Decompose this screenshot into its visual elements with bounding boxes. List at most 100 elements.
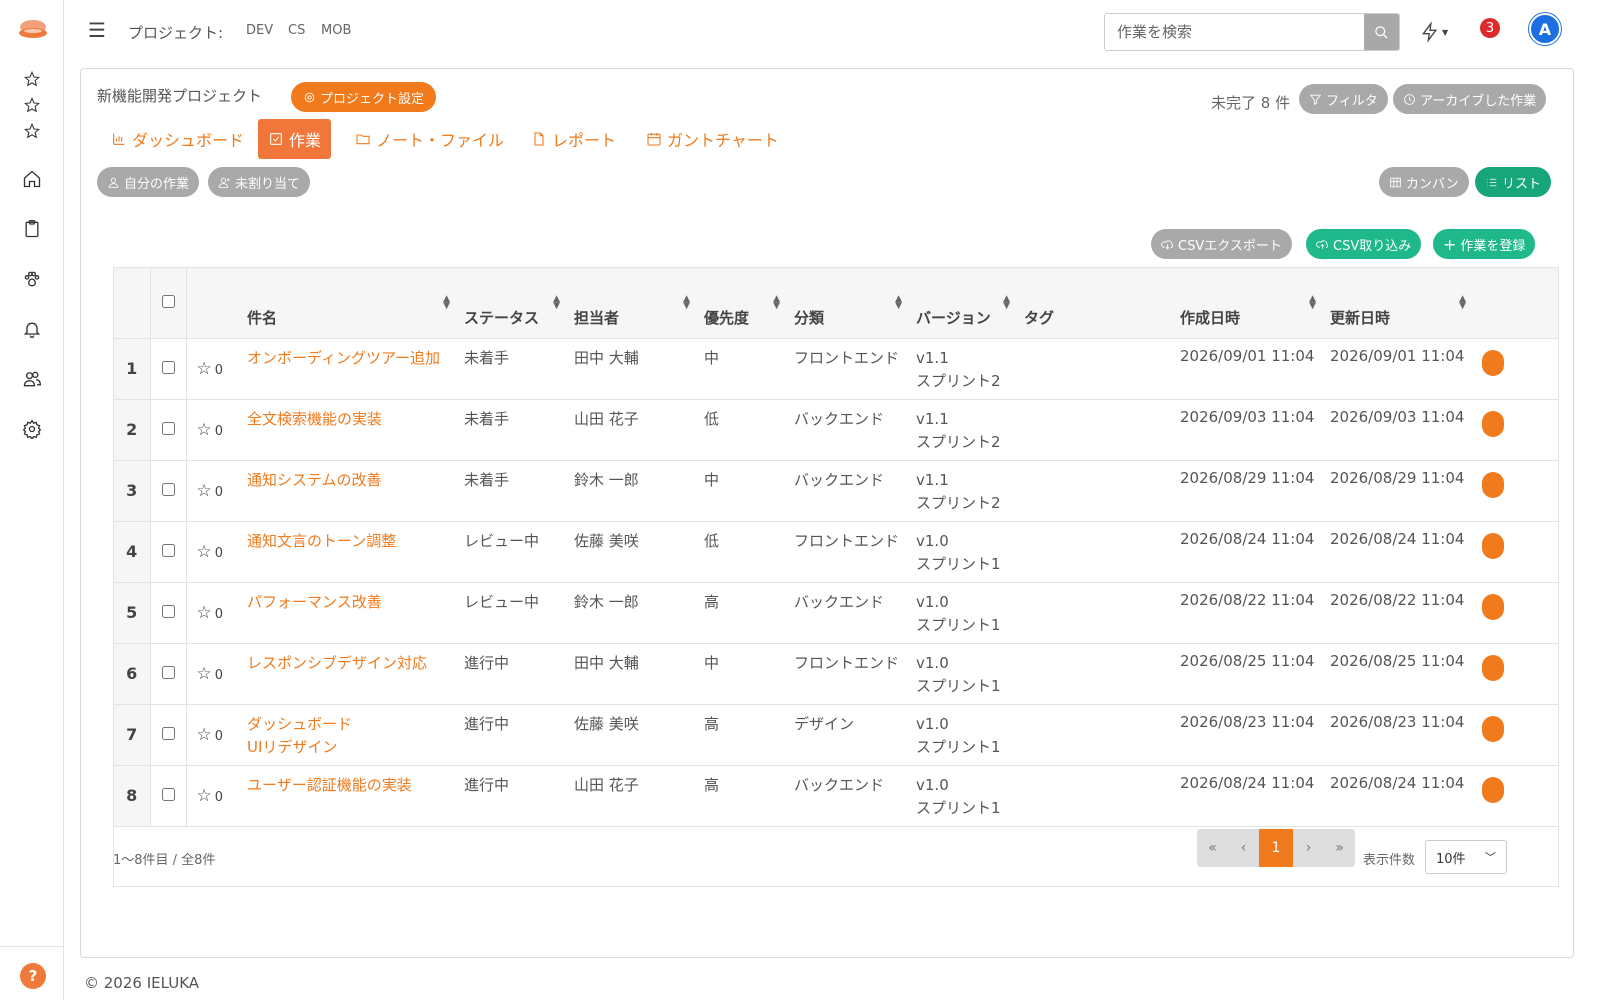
project-link-cs[interactable]: CS: [288, 23, 305, 38]
sort-icon[interactable]: ▲ ▼: [1309, 295, 1316, 311]
app-logo[interactable]: [18, 18, 48, 42]
quick-action-dropdown[interactable]: ▼: [1420, 20, 1454, 44]
table-row[interactable]: 8 ☆ 0 ユーザー認証機能の実装 進行中 山田 花子高バックエンド v1.0 スプリント1 2…: [114, 765, 1558, 827]
favorite-star-icon[interactable]: [20, 93, 44, 117]
users-icon[interactable]: [20, 367, 44, 391]
row-checkbox[interactable]: [161, 360, 175, 374]
column-header-updated[interactable]: 更新日時 ▲ ▼: [1324, 268, 1474, 339]
row-action-button[interactable]: [1482, 532, 1504, 559]
row-checkbox[interactable]: [161, 482, 175, 496]
table-row[interactable]: 1 ☆ 0 オンボーディングツアー追加 未着手 田中 大輔中フロントエンド v1.1 スプリン…: [114, 338, 1558, 400]
list-view-button[interactable]: リスト: [1475, 167, 1552, 197]
help-button[interactable]: ?: [20, 963, 46, 989]
table-row[interactable]: 7 ☆ 0 ダッシュボード UIリデザイン 進行中 佐藤 美咲高デザイン v1.0 スプリント1…: [114, 704, 1558, 766]
star-icon[interactable]: ☆: [197, 603, 212, 623]
task-title-link[interactable]: ダッシュボード: [247, 715, 352, 733]
task-title-link[interactable]: 通知文言のトーン調整: [247, 532, 396, 550]
star-icon[interactable]: ☆: [197, 481, 212, 501]
task-title-link[interactable]: 全文検索機能の実装: [247, 410, 382, 428]
first-page-button[interactable]: «: [1197, 829, 1228, 867]
sort-icon[interactable]: ▲ ▼: [683, 295, 690, 311]
column-header-title[interactable]: 件名 ▲ ▼: [241, 268, 458, 339]
task-title-link[interactable]: レスポンシブデザイン対応: [247, 654, 427, 672]
csv-import-button[interactable]: CSV取り込み: [1306, 229, 1422, 259]
project-link-mob[interactable]: MOB: [321, 23, 351, 38]
paw-icon[interactable]: [20, 267, 44, 291]
per-page-select[interactable]: 10件 ﹀: [1425, 840, 1507, 874]
star-cell[interactable]: ☆ 0: [186, 521, 241, 583]
star-cell[interactable]: ☆ 0: [186, 338, 241, 400]
star-icon[interactable]: ☆: [197, 420, 212, 440]
star-cell[interactable]: ☆ 0: [186, 399, 241, 461]
row-action-button[interactable]: [1482, 471, 1504, 498]
unassigned-filter[interactable]: 未割り当て: [208, 167, 311, 197]
favorite-star-icon[interactable]: [20, 67, 44, 91]
task-title-link[interactable]: 通知システムの改善: [247, 471, 382, 489]
table-row[interactable]: 2 ☆ 0 全文検索機能の実装 未着手 山田 花子低バックエンド v1.1 スプリント2 202…: [114, 399, 1558, 461]
table-row[interactable]: 3 ☆ 0 通知システムの改善 未着手 鈴木 一郎中バックエンド v1.1 スプリント2 202…: [114, 460, 1558, 522]
column-header-created[interactable]: 作成日時 ▲ ▼: [1174, 268, 1324, 339]
table-row[interactable]: 5 ☆ 0 パフォーマンス改善 レビュー中 鈴木 一郎高バックエンド v1.0 スプリント1 2…: [114, 582, 1558, 644]
last-page-button[interactable]: »: [1324, 829, 1355, 867]
sort-icon[interactable]: ▲ ▼: [443, 295, 450, 311]
row-action-button[interactable]: [1482, 410, 1504, 437]
project-link-dev[interactable]: DEV: [246, 23, 273, 38]
favorite-star-icon[interactable]: [20, 119, 44, 143]
clipboard-icon[interactable]: [20, 217, 44, 241]
next-page-button[interactable]: ›: [1293, 829, 1324, 867]
task-title-link[interactable]: オンボーディングツアー追加: [247, 349, 440, 367]
column-header-status[interactable]: ステータス ▲ ▼: [458, 268, 568, 339]
current-page-button[interactable]: 1: [1259, 829, 1293, 867]
tab-gantt[interactable]: ガントチャート: [636, 119, 789, 159]
row-action-button[interactable]: [1482, 715, 1504, 742]
home-icon[interactable]: [20, 167, 44, 191]
tab-notes-files[interactable]: ノート・ファイル: [345, 119, 514, 159]
search-button[interactable]: [1364, 14, 1399, 50]
column-header-assignee[interactable]: 担当者 ▲ ▼: [568, 268, 698, 339]
star-icon[interactable]: ☆: [197, 359, 212, 379]
menu-toggle-icon[interactable]: ☰: [88, 20, 108, 40]
star-icon[interactable]: ☆: [197, 786, 212, 806]
star-icon[interactable]: ☆: [197, 725, 212, 745]
project-settings-button[interactable]: プロジェクト設定: [291, 82, 437, 112]
sort-icon[interactable]: ▲ ▼: [895, 295, 902, 311]
avatar[interactable]: A: [1529, 13, 1561, 45]
task-title-link[interactable]: ユーザー認証機能の実装: [247, 776, 412, 794]
sort-icon[interactable]: ▲ ▼: [1003, 295, 1010, 311]
add-task-button[interactable]: + 作業を登録: [1433, 229, 1536, 259]
row-checkbox[interactable]: [161, 421, 175, 435]
archived-tasks-button[interactable]: アーカイブした作業: [1393, 84, 1547, 114]
filter-button[interactable]: フィルタ: [1299, 84, 1388, 114]
table-row[interactable]: 4 ☆ 0 通知文言のトーン調整 レビュー中 佐藤 美咲低フロントエンド v1.0 スプリント…: [114, 521, 1558, 583]
table-row[interactable]: 6 ☆ 0 レスポンシブデザイン対応 進行中 田中 大輔中フロントエンド v1.0 スプリント…: [114, 643, 1558, 705]
prev-page-button[interactable]: ‹: [1228, 829, 1259, 867]
row-action-button[interactable]: [1482, 349, 1504, 376]
tab-tasks[interactable]: 作業: [258, 119, 332, 159]
task-title-link[interactable]: パフォーマンス改善: [247, 593, 382, 611]
star-cell[interactable]: ☆ 0: [186, 765, 241, 827]
task-title-link[interactable]: UIリデザイン: [247, 738, 337, 756]
star-icon[interactable]: ☆: [197, 664, 212, 684]
row-checkbox[interactable]: [161, 604, 175, 618]
row-action-button[interactable]: [1482, 654, 1504, 681]
star-cell[interactable]: ☆ 0: [186, 704, 241, 766]
tab-dashboard[interactable]: ダッシュボード: [101, 119, 254, 159]
kanban-view-button[interactable]: カンバン: [1379, 167, 1469, 197]
csv-export-button[interactable]: CSVエクスポート: [1151, 229, 1292, 259]
star-cell[interactable]: ☆ 0: [186, 582, 241, 644]
row-checkbox[interactable]: [161, 726, 175, 740]
star-cell[interactable]: ☆ 0: [186, 643, 241, 705]
sort-icon[interactable]: ▲ ▼: [553, 295, 560, 311]
sort-icon[interactable]: ▲ ▼: [773, 295, 780, 311]
row-checkbox[interactable]: [161, 787, 175, 801]
column-header-category[interactable]: 分類 ▲ ▼: [788, 268, 910, 339]
row-action-button[interactable]: [1482, 776, 1504, 803]
bell-icon[interactable]: [20, 317, 44, 341]
gear-icon[interactable]: [20, 417, 44, 441]
search-input[interactable]: [1105, 14, 1364, 50]
column-header-version[interactable]: バージョン ▲ ▼: [910, 268, 1018, 339]
sort-icon[interactable]: ▲ ▼: [1459, 295, 1466, 311]
select-all-checkbox[interactable]: [161, 294, 175, 308]
row-action-button[interactable]: [1482, 593, 1504, 620]
row-checkbox[interactable]: [161, 665, 175, 679]
